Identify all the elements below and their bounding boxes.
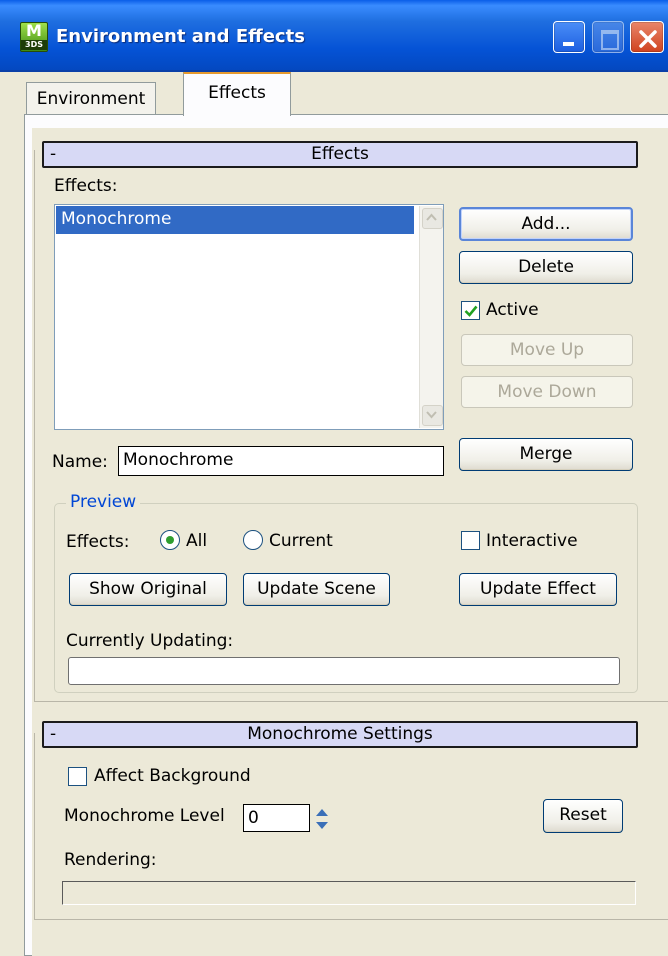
checkmark-icon [464,305,478,317]
close-button[interactable] [630,21,664,53]
list-item[interactable]: Monochrome [56,206,414,234]
move-down-button[interactable]: Move Down [461,376,633,408]
window-title: Environment and Effects [56,26,305,47]
collapse-toggle[interactable]: - [50,143,56,166]
monochrome-level-field[interactable]: 0 [243,804,310,832]
interactive-label: Interactive [486,531,578,551]
rendering-progress-bar [62,881,636,905]
active-checkbox[interactable] [461,301,480,320]
chevron-up-icon [426,213,437,221]
reset-button[interactable]: Reset [543,799,623,833]
app-logo-icon: M 3DS [20,22,48,52]
add-button[interactable]: Add... [459,207,633,241]
update-effect-button[interactable]: Update Effect [459,573,617,606]
close-icon [639,30,657,48]
rendering-label: Rendering: [64,850,157,870]
effects-list-label: Effects: [54,176,118,196]
currently-updating-progress-bar [68,657,620,685]
logo-subtext: 3DS [21,40,47,50]
tab-effects[interactable]: Effects [183,72,291,116]
name-label: Name: [52,452,108,472]
name-field[interactable]: Monochrome [118,446,444,476]
preview-legend: Preview [66,492,141,512]
listbox-scrollbar[interactable] [419,206,443,428]
move-up-button[interactable]: Move Up [461,334,633,366]
show-original-button[interactable]: Show Original [69,573,227,606]
monochrome-level-label: Monochrome Level [64,806,225,826]
chevron-down-icon [426,411,437,419]
merge-button[interactable]: Merge [459,438,633,471]
minimize-icon [563,42,574,46]
radio-current[interactable] [243,530,263,550]
delete-button[interactable]: Delete [459,251,633,284]
radio-all-label: All [186,531,208,551]
radio-all[interactable] [160,530,180,550]
affect-background-checkbox[interactable] [68,767,87,786]
monochrome-rollout-title: Monochrome Settings [247,724,433,744]
collapse-toggle[interactable]: - [50,723,56,746]
radio-selected-dot [166,536,174,544]
scroll-down-button[interactable] [422,405,443,426]
spinner-arrows-icon [316,809,328,829]
monochrome-rollout-header[interactable]: - Monochrome Settings [42,721,638,748]
effects-listbox[interactable]: Monochrome [54,204,444,430]
minimize-button[interactable] [553,21,585,53]
level-spinner[interactable] [313,805,331,833]
title-bar[interactable]: M 3DS Environment and Effects [0,0,668,72]
update-scene-button[interactable]: Update Scene [243,573,390,606]
effects-rollout-title: Effects [311,144,369,164]
logo-letter: M [26,21,42,40]
maximize-icon [601,30,619,50]
radio-current-label: Current [269,531,333,551]
interactive-checkbox[interactable] [461,531,480,550]
scroll-up-button[interactable] [422,208,443,229]
affect-background-label: Affect Background [94,766,251,786]
effects-rollout-header[interactable]: - Effects [42,141,638,168]
currently-updating-label: Currently Updating: [66,631,234,651]
tab-environment[interactable]: Environment [26,82,156,114]
maximize-button[interactable] [592,21,624,53]
preview-effects-label: Effects: [66,532,130,552]
active-label: Active [486,300,539,320]
